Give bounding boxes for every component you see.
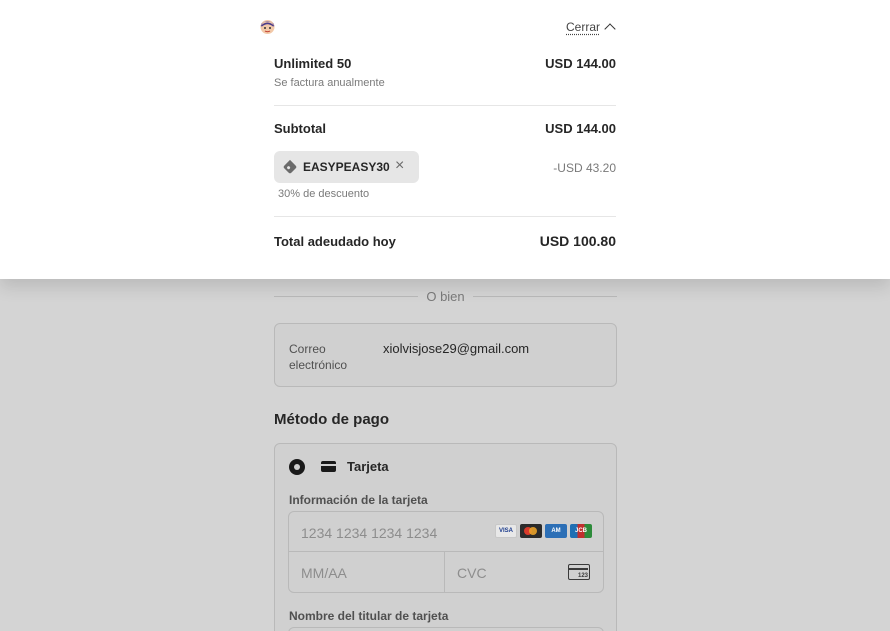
divider-text: O bien	[426, 288, 465, 304]
card-info-label: Información de la tarjeta	[289, 493, 428, 507]
close-label: Cerrar	[566, 20, 601, 34]
card-brands: VISA AM JCB	[495, 524, 592, 538]
chevron-up-icon	[604, 23, 616, 35]
card-option-label: Tarjeta	[347, 459, 389, 474]
card-number-input[interactable]: 1234 1234 1234 1234 VISA AM JCB	[289, 512, 603, 552]
cvc-placeholder: CVC	[457, 565, 487, 581]
cardholder-input[interactable]	[288, 627, 604, 631]
coupon-code: EASYPEASY30	[303, 160, 390, 174]
order-summary-panel: Cerrar Unlimited 50 Se factura anualment…	[0, 0, 890, 279]
email-label: Correo electrónico	[289, 342, 348, 372]
jcb-icon: JCB	[570, 524, 592, 538]
card-fields: 1234 1234 1234 1234 VISA AM JCB MM/AA CV…	[288, 511, 604, 593]
payment-method-card[interactable]: Tarjeta Información de la tarjeta 1234 1…	[274, 443, 617, 631]
subtotal-label: Subtotal	[274, 121, 326, 136]
cvc-input[interactable]: CVC	[445, 552, 603, 592]
cvc-card-icon	[568, 564, 590, 580]
or-divider: O bien	[274, 286, 617, 306]
payment-method-title: Método de pago	[274, 411, 389, 428]
remove-coupon-close-icon[interactable]: ×	[395, 157, 404, 175]
coupon-chip: EASYPEASY30 ×	[274, 151, 419, 183]
visa-icon: VISA	[495, 524, 517, 538]
credit-card-icon	[321, 461, 336, 472]
email-value: xiolvisjose29@gmail.com	[383, 341, 530, 356]
mastercard-icon	[520, 524, 542, 538]
total-label: Total adeudado hoy	[274, 234, 396, 249]
divider	[274, 216, 616, 217]
divider	[274, 105, 616, 106]
tag-icon	[282, 159, 298, 175]
discount-value: -USD 43.20	[553, 161, 616, 175]
amex-icon: AM	[545, 524, 567, 538]
expiry-input[interactable]: MM/AA	[289, 552, 445, 592]
card-number-placeholder: 1234 1234 1234 1234	[301, 525, 438, 541]
discount-note: 30% de descuento	[278, 188, 370, 200]
close-summary-button[interactable]: Cerrar	[566, 20, 616, 35]
email-field[interactable]: Correo electrónico xiolvisjose29@gmail.c…	[274, 323, 617, 387]
brand-logo-icon	[260, 20, 275, 34]
expiry-placeholder: MM/AA	[301, 565, 347, 581]
cardholder-label: Nombre del titular de tarjeta	[289, 609, 449, 623]
subtotal-value: USD 144.00	[545, 121, 616, 136]
billing-frequency: Se factura anualmente	[274, 77, 385, 89]
total-value: USD 100.80	[539, 233, 616, 249]
plan-price: USD 144.00	[545, 56, 616, 71]
plan-name: Unlimited 50	[274, 56, 352, 71]
card-radio[interactable]	[289, 459, 305, 475]
